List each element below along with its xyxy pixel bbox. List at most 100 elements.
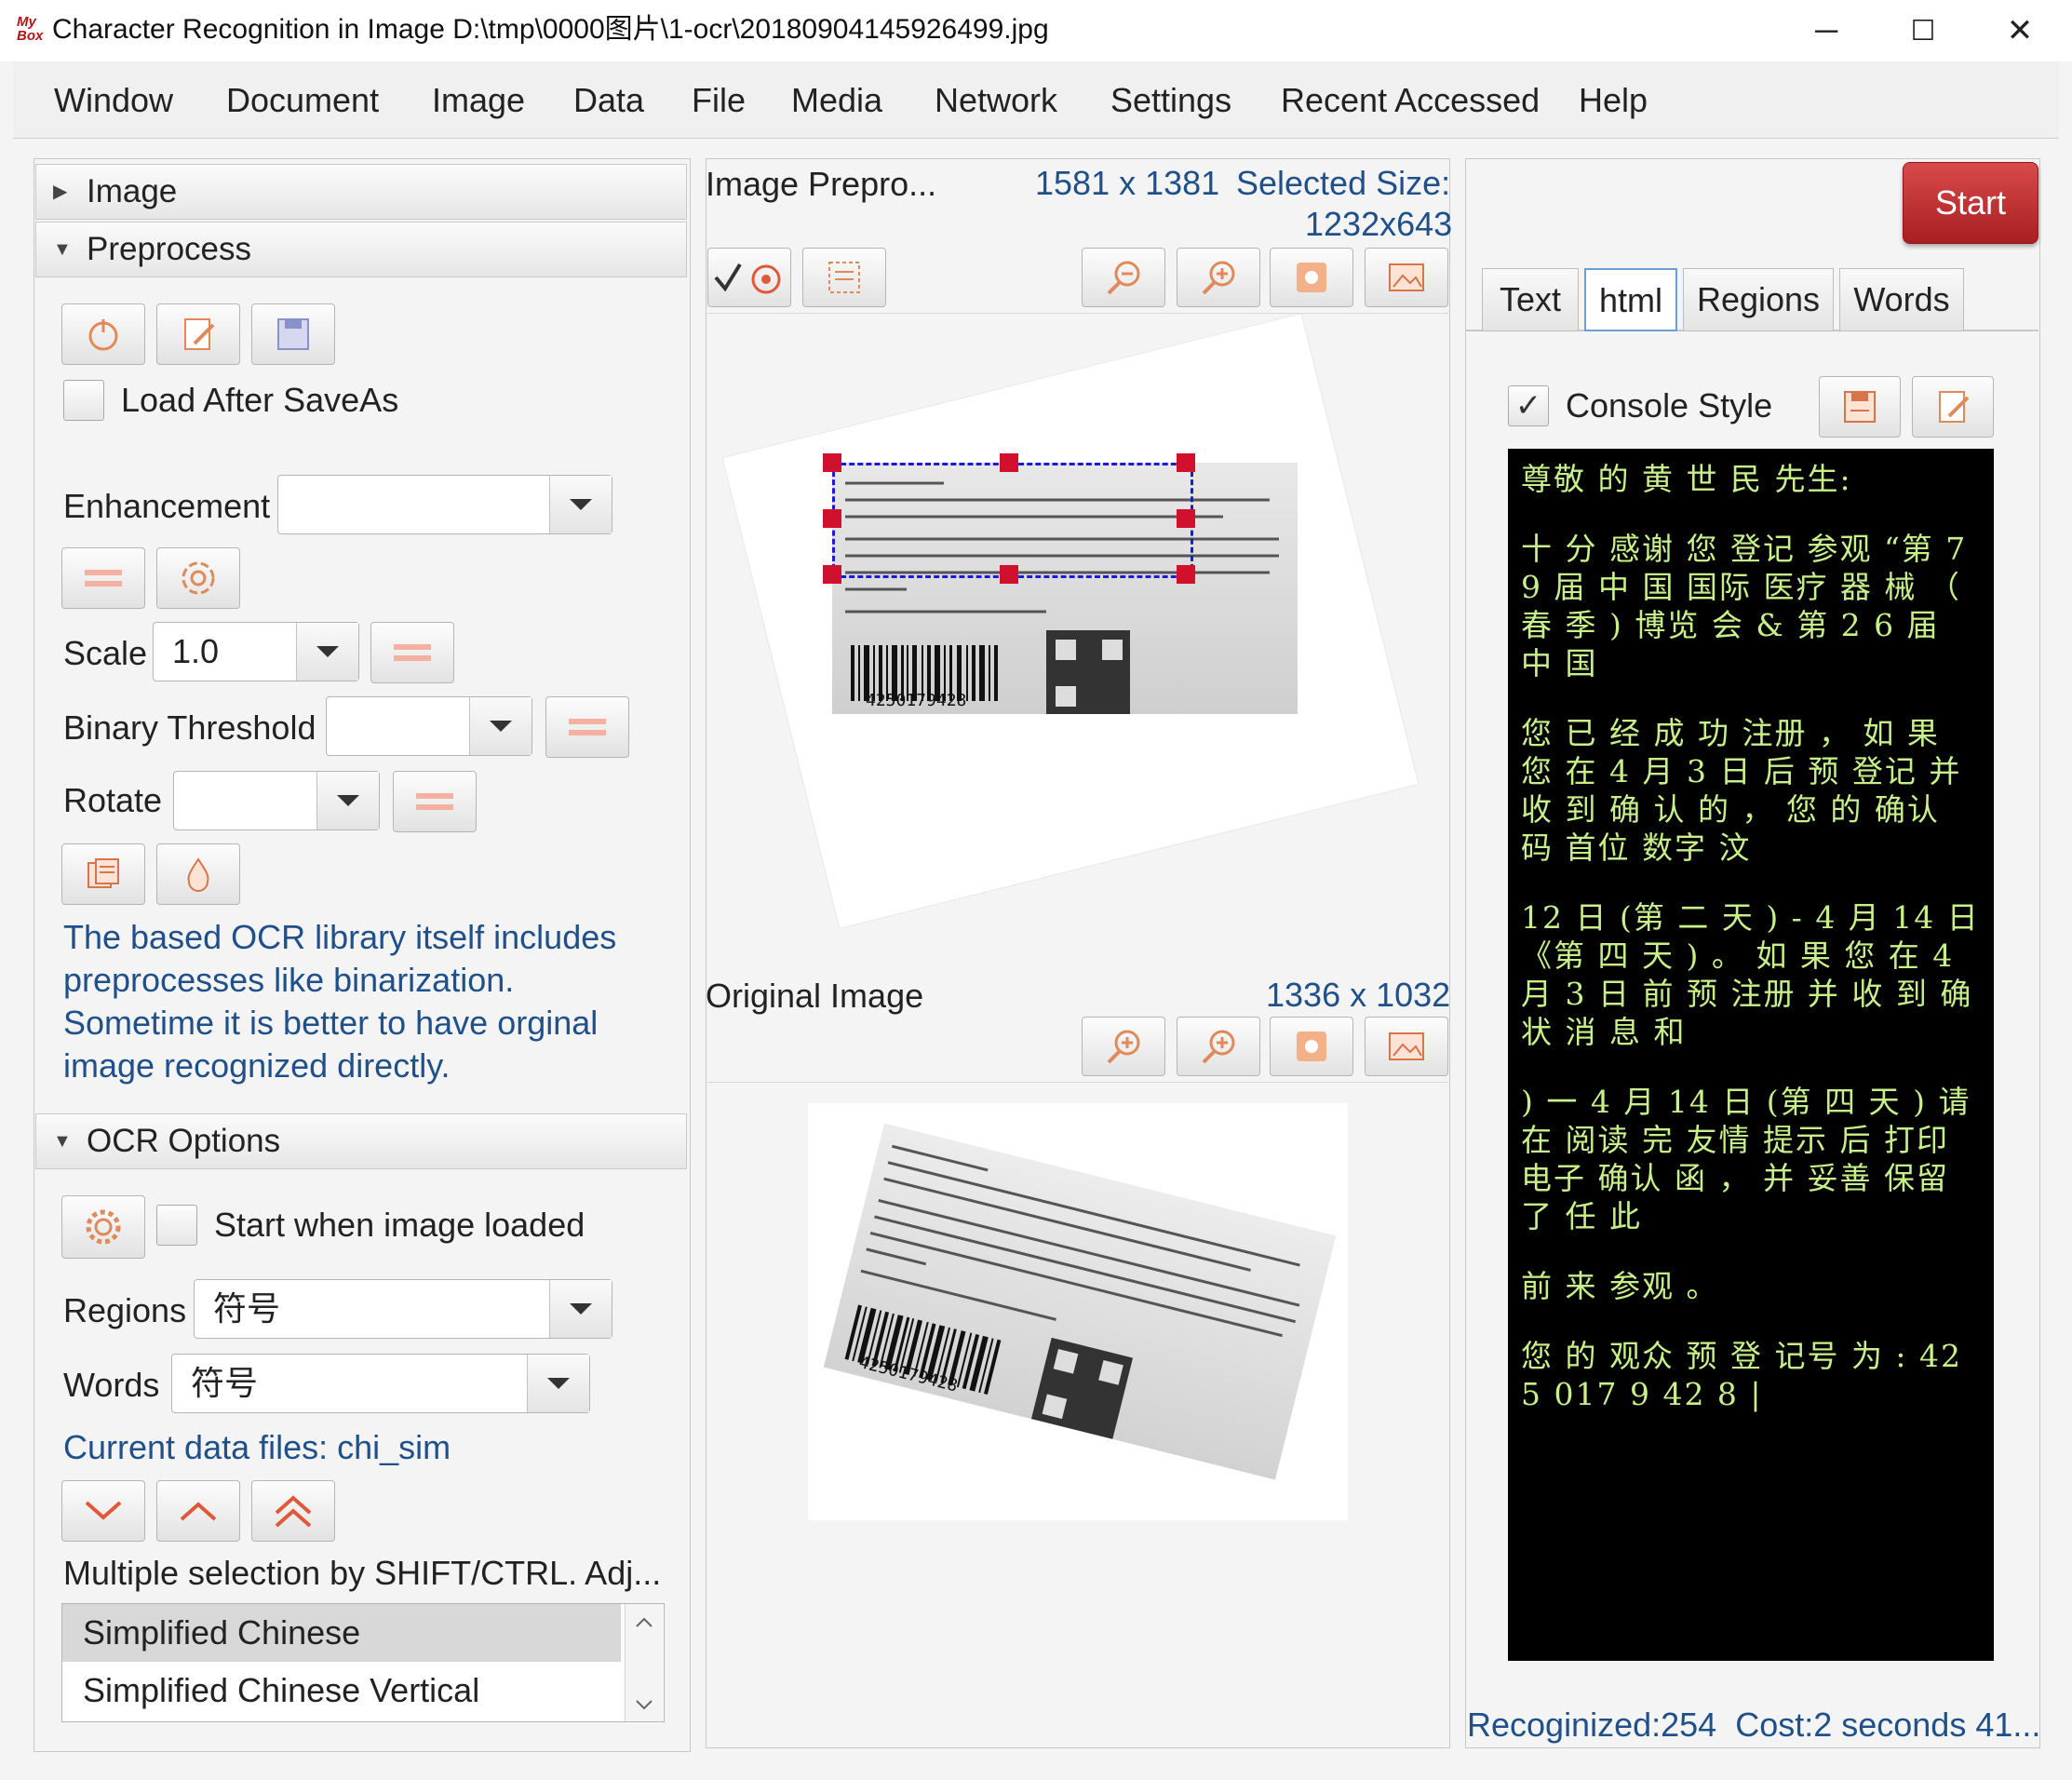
chevron-down-icon: ▼ [53, 239, 72, 260]
app-logo-icon: My Box [17, 14, 44, 44]
enhancement-label: Enhancement [63, 487, 271, 525]
binary-threshold-select[interactable] [326, 696, 532, 756]
save-as-button[interactable] [251, 303, 335, 365]
scale-apply-button[interactable] [370, 622, 454, 683]
maximize-button[interactable]: ☐ [1878, 0, 1968, 61]
dropdown-arrow-icon [296, 623, 358, 681]
regions-select[interactable]: 符号 [194, 1279, 612, 1339]
menu-file[interactable]: File [692, 80, 746, 121]
image-settings-button[interactable] [1270, 248, 1353, 307]
edit-text-button[interactable] [1912, 376, 1994, 438]
chevron-right-icon: ▶ [53, 182, 68, 202]
preprocess-section-header[interactable]: ▼ Preprocess [35, 222, 687, 277]
language-list-item[interactable]: Simplified Chinese Vertical [62, 1662, 621, 1719]
tab-regions[interactable]: Regions [1683, 268, 1834, 331]
menu-document[interactable]: Document [226, 80, 379, 121]
original-settings-button[interactable] [1270, 1017, 1353, 1076]
preprocessed-image-title: Image Prepro... [706, 165, 937, 203]
zoom-in-button[interactable] [1177, 248, 1260, 307]
settings-icon [1297, 1032, 1326, 1061]
language-list-item[interactable]: Simplified Chinese [62, 1604, 621, 1662]
selection-handle[interactable] [1177, 453, 1195, 472]
words-label: Words [63, 1366, 160, 1404]
move-top-button[interactable] [251, 1480, 335, 1542]
scale-select[interactable]: 1.0 [153, 622, 359, 681]
chevron-up-icon [180, 1502, 217, 1521]
start-when-loaded-checkbox[interactable] [156, 1205, 197, 1246]
selection-handle[interactable] [1177, 565, 1195, 584]
menu-window[interactable]: Window [54, 80, 173, 121]
console-style-checkbox[interactable]: ✓ [1508, 385, 1549, 426]
edit-button[interactable] [156, 303, 240, 365]
enhancement-options-button[interactable] [156, 547, 240, 609]
load-after-saveas-checkbox[interactable] [63, 380, 104, 421]
save-text-button[interactable] [1819, 376, 1901, 438]
tab-text[interactable]: Text [1482, 268, 1579, 331]
tab-html[interactable]: html [1584, 268, 1677, 331]
scale-value: 1.0 [172, 632, 220, 670]
selection-handle[interactable] [1177, 509, 1195, 528]
tab-words[interactable]: Words [1839, 268, 1964, 331]
minimize-button[interactable]: ─ [1782, 0, 1871, 61]
check-target-icon [714, 263, 781, 294]
ocr-options-section-label: OCR Options [87, 1123, 281, 1159]
deskew-button[interactable] [61, 843, 145, 905]
picture-icon [1389, 1032, 1424, 1060]
menu-bar: Window Document Image Data File Media Ne… [13, 61, 2059, 139]
menu-media[interactable]: Media [791, 80, 882, 121]
enhancement-apply-button[interactable] [61, 547, 145, 609]
close-button[interactable]: ✕ [1975, 0, 2065, 61]
move-up-button[interactable] [156, 1480, 240, 1542]
menu-help[interactable]: Help [1579, 80, 1648, 121]
words-select[interactable]: 符号 [171, 1354, 590, 1413]
ocr-settings-button[interactable] [61, 1195, 145, 1259]
select-region-button[interactable] [707, 248, 791, 307]
selection-handle[interactable] [823, 565, 841, 584]
language-list-scrollbar[interactable] [625, 1604, 663, 1721]
image-section-label: Image [87, 173, 178, 209]
menu-image[interactable]: Image [432, 80, 525, 121]
selection-handle[interactable] [823, 509, 841, 528]
recover-button[interactable] [61, 303, 145, 365]
preprocessed-barcode-number: 4250179428 [866, 691, 967, 710]
selection-handle[interactable] [1000, 453, 1018, 472]
rotate-select[interactable] [173, 771, 380, 830]
original-image-view[interactable]: 4250179428 [707, 1082, 1448, 1746]
original-zoom-out-button[interactable] [1177, 1017, 1260, 1076]
ocr-note-line-4: image recognized directly. [63, 1046, 451, 1085]
select-all-button[interactable] [802, 248, 886, 307]
original-image-size: 1336 x 1032 [1266, 976, 1451, 1014]
selected-size-label: Selected Size: [1236, 164, 1451, 202]
dropdown-arrow-icon [469, 697, 531, 755]
original-view-button[interactable] [1365, 1017, 1448, 1076]
menu-data[interactable]: Data [573, 80, 644, 121]
selection-handle[interactable] [1000, 565, 1018, 584]
ocr-options-section-header[interactable]: ▼ OCR Options [35, 1113, 687, 1169]
gear-icon [86, 1209, 121, 1245]
invert-button[interactable] [156, 843, 240, 905]
image-section-header[interactable]: ▶ Image [35, 164, 687, 220]
language-list[interactable]: Simplified Chinese Simplified Chinese Ve… [61, 1603, 665, 1722]
window-title: Character Recognition in Image D:\tmp\00… [52, 14, 1049, 45]
rotate-apply-button[interactable] [393, 771, 477, 832]
view-image-button[interactable] [1365, 248, 1448, 307]
menu-network[interactable]: Network [935, 80, 1057, 121]
menu-recent-accessed[interactable]: Recent Accessed [1281, 80, 1540, 121]
equals-icon [416, 793, 453, 810]
preprocessed-image-view[interactable]: 4250179428 [707, 313, 1448, 971]
ocr-note-line-2: preprocesses like binarization. [63, 961, 515, 999]
double-chevron-up-icon [275, 1495, 312, 1528]
settings-icon [1297, 263, 1326, 292]
selection-rectangle[interactable] [832, 463, 1193, 578]
start-button[interactable]: Start [1903, 162, 2038, 244]
zoom-in-icon [1202, 261, 1235, 295]
move-down-button[interactable] [61, 1480, 145, 1542]
binary-threshold-apply-button[interactable] [545, 696, 629, 758]
ocr-result-console[interactable]: 尊敬 的 黄 世 民 先生: 十 分 感谢 您 登记 参观 “第 7 9 届 中… [1508, 449, 1994, 1661]
original-zoom-in-button[interactable] [1082, 1017, 1165, 1076]
selection-handle[interactable] [823, 453, 841, 472]
regions-value: 符号 [213, 1289, 281, 1328]
menu-settings[interactable]: Settings [1110, 80, 1231, 121]
enhancement-select[interactable] [277, 475, 612, 534]
zoom-out-button[interactable] [1082, 248, 1165, 307]
